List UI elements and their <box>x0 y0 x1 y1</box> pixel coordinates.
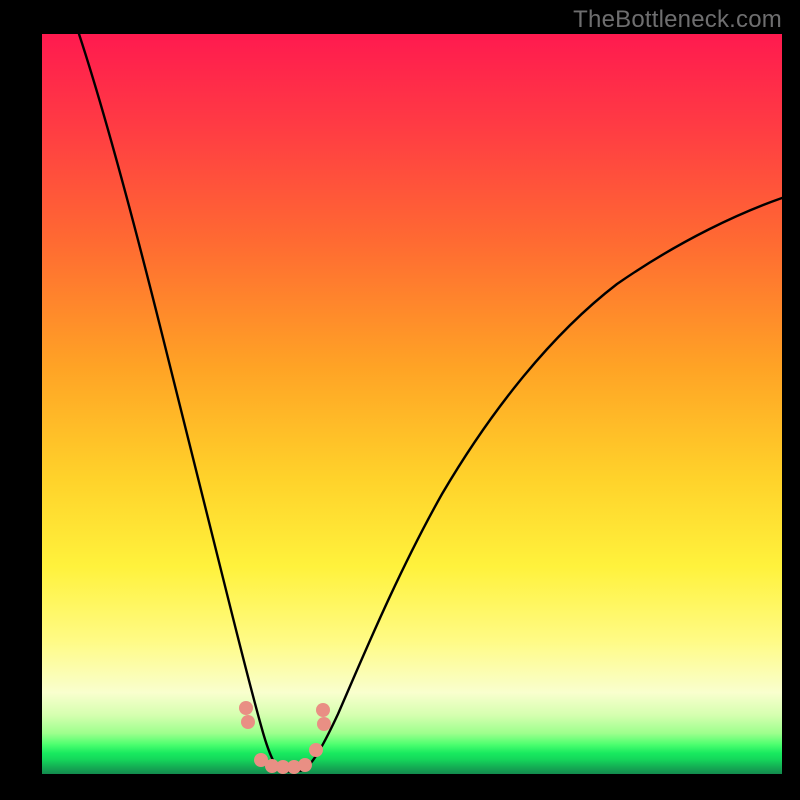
plot-area <box>42 34 782 774</box>
salmon-dots <box>239 701 331 774</box>
chart-frame: TheBottleneck.com <box>0 0 800 800</box>
watermark-text: TheBottleneck.com <box>573 6 782 34</box>
right-curve <box>304 198 782 770</box>
left-curve <box>79 34 280 770</box>
curve-layer <box>42 34 782 774</box>
